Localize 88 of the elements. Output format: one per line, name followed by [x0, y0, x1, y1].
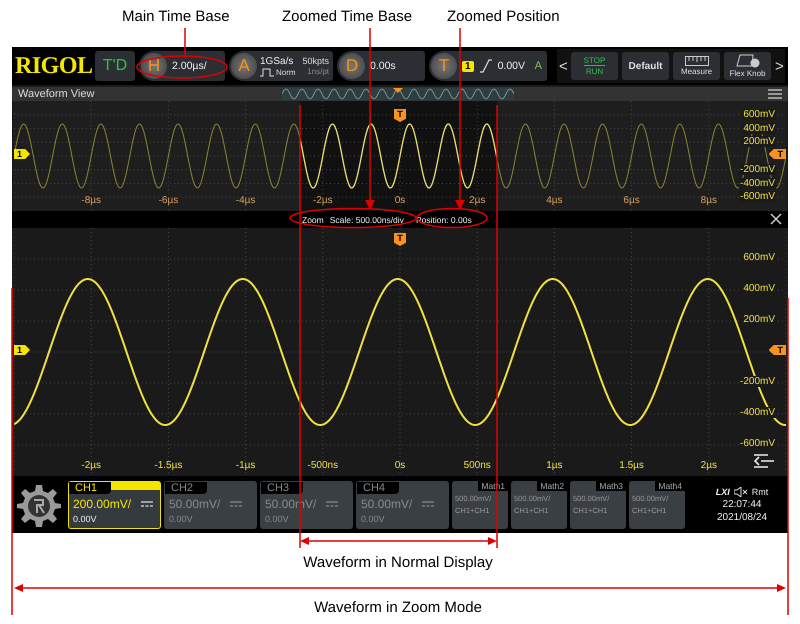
trigger-position-marker[interactable]: T	[394, 109, 406, 122]
zoom-scale: Scale: 500.00ns/div	[330, 214, 404, 224]
time-label: -4µs	[236, 195, 256, 206]
voltage-label: 200mV	[742, 314, 776, 325]
time-label: -8µs	[81, 195, 102, 206]
channel-scale: 50.00mV/	[361, 496, 412, 510]
callout-label: Zoomed Time Base	[282, 8, 412, 25]
time-label: 4µs	[546, 195, 563, 206]
voltage-label: 600mV	[742, 252, 776, 263]
math-label: Math3	[596, 480, 626, 490]
clock-time: 22:07:44	[722, 498, 762, 510]
channel-scale: 50.00mV/	[169, 496, 220, 510]
time-label: 500ns	[464, 460, 491, 471]
remote-label: Rmt	[752, 486, 768, 496]
callout-label: Zoomed Position	[447, 8, 560, 25]
trigger-level: 0.00V	[498, 60, 526, 72]
time-label: -1µs	[236, 460, 256, 471]
time-label: 0s	[394, 460, 406, 471]
trigger-source: 1	[462, 60, 474, 72]
acquire-key: A	[231, 53, 257, 79]
time-label: -500ns	[308, 460, 338, 471]
channel-card[interactable]: CH1 200.00mV/ 0.00V	[68, 480, 161, 528]
voltage-label: -200mV	[738, 376, 776, 387]
sample-rate: 1GSa/s	[260, 56, 294, 66]
time-label: 0s	[394, 195, 406, 206]
math-label: Math2	[537, 480, 567, 490]
time-label: -1.5µs	[154, 460, 182, 471]
channel-marker[interactable]: 1	[14, 345, 30, 355]
channel-card[interactable]: CH2 50.00mV/ 0.00V	[164, 480, 257, 528]
time-label: -2µs	[81, 460, 102, 471]
trigger-level-marker[interactable]: T	[768, 345, 786, 355]
voltage-label: 400mV	[742, 122, 776, 134]
time-resolution: 1ns/pt	[307, 67, 329, 76]
caption: Waveform in Normal Display	[303, 554, 493, 571]
channel-marker[interactable]: 1	[14, 149, 30, 159]
run-stop-button[interactable]: STOP RUN	[571, 52, 618, 80]
time-label: 1µs	[546, 460, 563, 471]
voltage-label: 600mV	[742, 108, 776, 120]
channel-label: CH3	[261, 482, 304, 494]
time-label: 8µs	[700, 195, 717, 206]
channel-offset: 0.00V	[168, 512, 194, 524]
channel-offset: 0.00V	[72, 512, 98, 524]
mode-button[interactable]: T'D	[95, 51, 135, 81]
brand-logo: RIGOL	[15, 52, 91, 80]
acquire-panel[interactable]: A 1GSa/s Norm 50kpts 1ns/pt	[229, 51, 333, 81]
delay-panel[interactable]: D 0.00s	[337, 51, 425, 81]
trigger-key: T	[431, 53, 457, 79]
channel-offset: 0.00V	[360, 512, 386, 524]
previous-button[interactable]: <	[559, 58, 567, 74]
voltage-label: -400mV	[738, 178, 776, 188]
delay-key: D	[339, 53, 365, 79]
lxi-label: LXI	[716, 486, 730, 496]
trigger-position-marker[interactable]: T	[394, 233, 406, 246]
time-scale: 2.00µs/	[172, 60, 207, 72]
voltage-label: 400mV	[742, 283, 776, 294]
channel-label: CH1	[69, 482, 112, 494]
callout-label: Main Time Base	[122, 8, 230, 25]
next-button[interactable]: >	[775, 58, 783, 74]
delay-value: 0.00s	[370, 60, 396, 72]
voltage-label: 200mV	[742, 136, 776, 148]
view-title: Waveform View	[18, 88, 94, 100]
channel-label: CH4	[357, 482, 400, 494]
voltage-label: -600mV	[738, 438, 776, 449]
voltage-label: -200mV	[738, 164, 776, 175]
channel-scale: 200.00mV/	[73, 496, 132, 510]
time-label: 6µs	[623, 195, 640, 206]
time-label: -2µs	[312, 195, 333, 206]
math-label: Math4	[655, 480, 685, 490]
caption: Waveform in Zoom Mode	[314, 599, 482, 616]
voltage-label: -600mV	[738, 191, 776, 202]
time-label: 1.5µs	[619, 460, 644, 471]
clock-date: 2021/08/24	[716, 512, 768, 522]
voltage-label: -400mV	[738, 407, 776, 418]
default-button[interactable]: Default	[622, 52, 669, 80]
memory-depth: 50kpts	[302, 56, 329, 66]
time-label: -6µs	[158, 195, 178, 206]
channel-card[interactable]: CH4 50.00mV/ 0.00V	[356, 480, 449, 528]
trigger-panel[interactable]: T 1 0.00V A	[429, 51, 547, 81]
time-label: 2µs	[700, 460, 717, 471]
channel-label: CH2	[165, 482, 208, 494]
trigger-sweep: A	[534, 60, 542, 72]
flex-knob-button[interactable]: Flex Knob	[724, 52, 771, 80]
zoom-title: Zoom	[302, 214, 324, 224]
measure-button[interactable]: Measure	[673, 52, 720, 80]
channel-offset: 0.00V	[264, 512, 290, 524]
time-label: 2µs	[469, 195, 486, 206]
acquire-mode: Norm	[276, 68, 296, 76]
trigger-level-marker[interactable]: T	[768, 149, 786, 159]
